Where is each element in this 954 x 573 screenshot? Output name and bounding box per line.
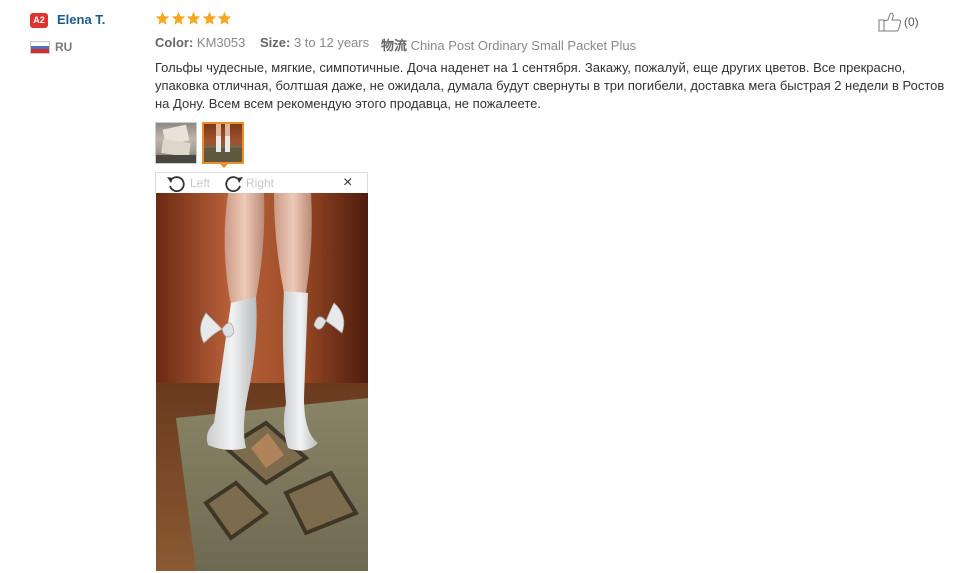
size-label: Size: bbox=[260, 35, 291, 50]
shipping-value: China Post Ordinary Small Packet Plus bbox=[410, 38, 637, 53]
helpful-count: (0) bbox=[904, 15, 919, 29]
review-text: Гольфы чудесные, мягкие, симпотичные. До… bbox=[155, 60, 945, 111]
order-shipping: 物流 China Post Ordinary Small Packet Plus bbox=[381, 35, 636, 54]
size-value: 3 to 12 years bbox=[293, 35, 370, 50]
star-icon bbox=[202, 11, 216, 25]
rotate-left-label: Left bbox=[190, 176, 211, 190]
review-photo-image bbox=[156, 193, 368, 571]
rotate-right-button[interactable]: Right bbox=[222, 174, 274, 192]
rotate-left-button[interactable]: Left bbox=[166, 174, 210, 192]
star-icon bbox=[155, 11, 170, 25]
color-label: Color: bbox=[155, 35, 194, 50]
russia-flag-icon bbox=[30, 41, 50, 54]
star-icon bbox=[186, 11, 201, 25]
star-rating bbox=[155, 11, 233, 26]
review-photo-large bbox=[156, 193, 368, 571]
order-size: Size: 3 to 12 years bbox=[260, 35, 369, 50]
star-icon bbox=[171, 11, 185, 25]
star-icon bbox=[217, 11, 232, 25]
reviewer-country: RU bbox=[55, 40, 73, 54]
selected-thumbnail-pointer bbox=[218, 162, 230, 168]
color-value: KM3053 bbox=[196, 35, 246, 50]
buyer-level-badge: A2 bbox=[30, 13, 48, 28]
thumbs-up-icon[interactable] bbox=[878, 12, 902, 32]
order-color: Color: KM3053 bbox=[155, 35, 245, 50]
rotate-right-icon bbox=[225, 176, 243, 192]
photo-thumbnail-image bbox=[204, 124, 242, 162]
rotate-left-icon bbox=[167, 176, 185, 192]
close-viewer-button[interactable]: × bbox=[343, 174, 352, 192]
rotate-right-label: Right bbox=[246, 176, 275, 190]
reviewer-name[interactable]: Elena T. bbox=[57, 12, 105, 27]
review-photo-thumbnail-2[interactable] bbox=[202, 122, 244, 164]
review-photo-thumbnail-1[interactable] bbox=[155, 122, 197, 164]
shipping-label: 物流 bbox=[381, 38, 408, 53]
photo-thumbnail-image bbox=[156, 124, 196, 163]
